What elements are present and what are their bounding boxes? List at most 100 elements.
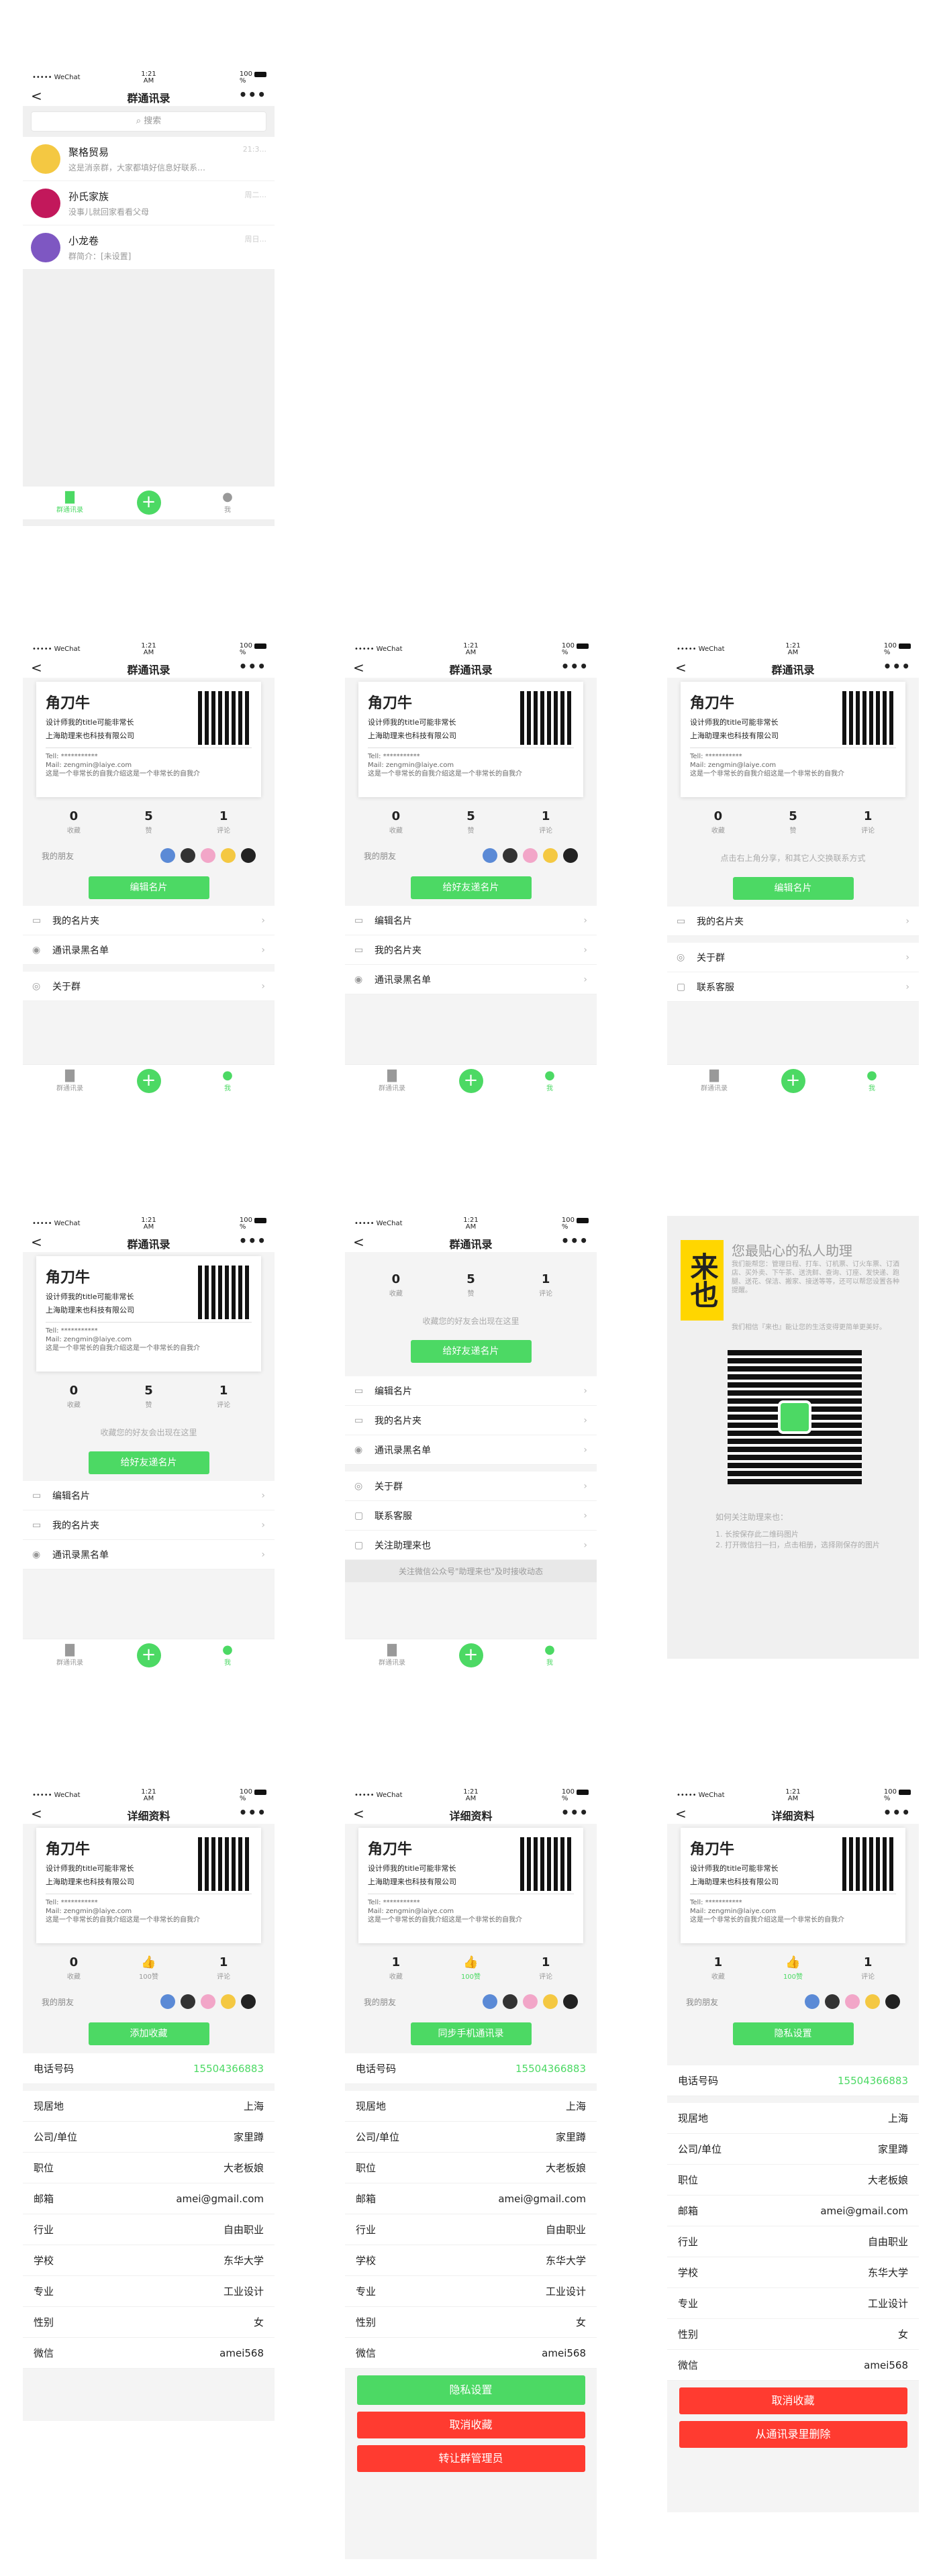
edit-card-item[interactable]: ▭ 编辑名片 ›	[23, 1481, 275, 1510]
follow-hint: 关注微信公众号"助理来也"及时接收动态	[345, 1560, 597, 1582]
eye-icon: ◉	[32, 944, 41, 956]
edit-card-button[interactable]: 编辑名片	[732, 877, 854, 900]
friends-row[interactable]: 我的朋友	[23, 839, 275, 872]
add-button[interactable]: +	[136, 491, 161, 515]
add-button[interactable]: +	[781, 1069, 805, 1093]
more-icon[interactable]: •••	[239, 87, 266, 103]
friend-avatar	[543, 848, 558, 863]
my-cards-item[interactable]: ▭ 我的名片夹 ›	[345, 1406, 597, 1435]
tab-contacts[interactable]: ▇ 群通讯录	[687, 1069, 741, 1093]
more-icon[interactable]: •••	[561, 1233, 589, 1249]
add-button[interactable]: +	[136, 1643, 161, 1667]
blacklist-item[interactable]: ◉ 通讯录黑名单 ›	[345, 1435, 597, 1465]
service-item[interactable]: ▢ 联系客服 ›	[667, 972, 919, 1002]
chevron-right-icon: ›	[583, 974, 587, 985]
my-cards-item[interactable]: ▭ 我的名片夹 ›	[667, 907, 919, 936]
stats: 0 收藏 5赞 1 评论	[23, 801, 275, 839]
cancel-fav-button[interactable]: 取消收藏	[356, 2412, 585, 2438]
phone-row[interactable]: 电话号码 15504366883	[667, 2065, 919, 2096]
edit-card-item[interactable]: ▭ 编辑名片 ›	[345, 1376, 597, 1406]
business-card[interactable]: 角刀牛 设计师我的title可能非常长 上海助理来也科技有限公司 Tell: *…	[36, 1828, 261, 1943]
tab-me[interactable]: ● 我	[201, 491, 254, 515]
blacklist-item[interactable]: ◉ 通讯录黑名单 ›	[345, 965, 597, 994]
more-icon[interactable]: •••	[883, 658, 911, 674]
add-button[interactable]: +	[458, 1069, 483, 1093]
friend-avatar	[503, 1994, 517, 2009]
friend-avatar	[845, 1994, 860, 2009]
phone-row[interactable]: 电话号码 15504366883	[23, 2053, 275, 2084]
send-card-button[interactable]: 给好友递名片	[410, 1340, 532, 1363]
friend-avatar	[563, 1994, 578, 2009]
more-icon[interactable]: •••	[883, 1804, 911, 1820]
more-icon[interactable]: •••	[239, 1233, 266, 1249]
blacklist-item[interactable]: ◉ 通讯录黑名单 ›	[23, 935, 275, 965]
more-icon[interactable]: •••	[239, 1804, 266, 1820]
tab-contacts[interactable]: ▇ 群通讯录	[43, 1643, 97, 1667]
business-card[interactable]: 角刀牛 设计师我的title可能非常长 上海助理来也科技有限公司 Tell: *…	[681, 682, 905, 797]
business-card[interactable]: 角刀牛 设计师我的title可能非常长 上海助理来也科技有限公司 Tell: *…	[36, 682, 261, 797]
screen-me-2: ••••• WeChat 1:21 AM 100 % < 群通讯录 ••• 角刀牛 设计…	[345, 641, 597, 1098]
privacy-button[interactable]: 隐私设置	[732, 2022, 854, 2045]
add-fav-button[interactable]: 添加收藏	[88, 2022, 209, 2045]
group-item[interactable]: 孙氏家族 没事儿就回家看看父母 周二...	[23, 181, 275, 225]
my-cards-item[interactable]: ▭ 我的名片夹 ›	[345, 935, 597, 965]
send-card-button[interactable]: 给好友递名片	[410, 876, 532, 899]
chat-icon: ▢	[354, 1539, 364, 1551]
promo-step-2: 2. 打开微信扫一扫，点击相册，选择刚保存的图片	[715, 1541, 880, 1549]
tab-me[interactable]: ● 我	[845, 1069, 899, 1093]
tab-me[interactable]: ● 我	[523, 1069, 577, 1093]
tab-me[interactable]: ● 我	[201, 1643, 254, 1667]
my-cards-item[interactable]: ▭ 我的名片夹 ›	[23, 1510, 275, 1540]
edit-card-button[interactable]: 编辑名片	[88, 876, 209, 899]
screen-me-5: ••••• WeChat 1:21 AM 100 % < 群通讯录 ••• 0 收藏 5赞…	[345, 1216, 597, 1672]
send-card-button[interactable]: 给好友递名片	[88, 1451, 209, 1474]
business-card[interactable]: 角刀牛 设计师我的title可能非常长 上海助理来也科技有限公司 Tell: *…	[36, 1256, 261, 1372]
service-item[interactable]: ▢ 联系客服 ›	[345, 1501, 597, 1531]
laiye-logo: 来也	[681, 1240, 724, 1321]
search-input[interactable]: ⌕ 搜索	[31, 111, 266, 132]
add-button[interactable]: +	[458, 1643, 483, 1667]
tab-contacts[interactable]: ▇ 群通讯录	[43, 491, 97, 515]
group-avatar	[31, 232, 60, 262]
chevron-right-icon: ›	[583, 1444, 587, 1455]
follow-item[interactable]: ▢ 关注助理来也 ›	[345, 1531, 597, 1560]
chevron-right-icon: ›	[583, 915, 587, 926]
tab-contacts[interactable]: ▇ 群通讯录	[43, 1069, 97, 1093]
friend-avatar	[160, 848, 175, 863]
business-card[interactable]: 角刀牛 设计师我的title可能非常长 上海助理来也科技有限公司 Tell: *…	[358, 682, 583, 797]
tab-me[interactable]: ● 我	[523, 1643, 577, 1667]
phone-row[interactable]: 电话号码 15504366883	[345, 2053, 597, 2084]
qr-code	[520, 1837, 574, 1891]
remove-contact-button[interactable]: 从通讯录里删除	[679, 2421, 907, 2448]
sync-button[interactable]: 同步手机通讯录	[410, 2022, 532, 2045]
tab-contacts[interactable]: ▇ 群通讯录	[365, 1643, 419, 1667]
group-item[interactable]: 小龙卷 群简介：[未设置] 周日...	[23, 225, 275, 270]
cancel-fav-button[interactable]: 取消收藏	[679, 2387, 907, 2414]
chevron-right-icon: ›	[583, 1480, 587, 1492]
no-friend-hint: 收藏您的好友会出现在这里	[422, 1317, 519, 1326]
battery-icon	[577, 1218, 589, 1223]
my-cards-item[interactable]: ▭ 我的名片夹 ›	[23, 906, 275, 935]
search-icon: ⌕	[136, 116, 144, 126]
battery-icon	[899, 1790, 911, 1795]
about-item[interactable]: ◎ 关于群 ›	[667, 943, 919, 972]
business-card[interactable]: 角刀牛 设计师我的title可能非常长 上海助理来也科技有限公司 Tell: *…	[358, 1828, 583, 1943]
more-icon[interactable]: •••	[561, 658, 589, 674]
blacklist-item[interactable]: ◉ 通讯录黑名单 ›	[23, 1540, 275, 1569]
about-item[interactable]: ◎ 关于群 ›	[345, 1472, 597, 1501]
card-icon: ▭	[354, 944, 364, 956]
tab-me[interactable]: ● 我	[201, 1069, 254, 1093]
transfer-admin-button[interactable]: 转让群管理员	[356, 2445, 585, 2472]
add-button[interactable]: +	[136, 1069, 161, 1093]
chat-icon: ▢	[677, 981, 686, 992]
edit-card-item[interactable]: ▭ 编辑名片 ›	[345, 906, 597, 935]
screen-me-4: ••••• WeChat 1:21 AM 100 % < 群通讯录 ••• 角刀牛 设计…	[23, 1216, 275, 1672]
more-icon[interactable]: •••	[239, 658, 266, 674]
group-item[interactable]: 聚格贸易 这是消亲群，大家都填好信息好联系… 21:3...	[23, 137, 275, 181]
eye-icon: ◉	[32, 1549, 41, 1560]
tab-contacts[interactable]: ▇ 群通讯录	[365, 1069, 419, 1093]
more-icon[interactable]: •••	[561, 1804, 589, 1820]
about-item[interactable]: ◎ 关于群 ›	[23, 972, 275, 1001]
business-card[interactable]: 角刀牛 设计师我的title可能非常长 上海助理来也科技有限公司 Tell: *…	[681, 1828, 905, 1943]
privacy-button[interactable]: 隐私设置	[356, 2375, 585, 2405]
